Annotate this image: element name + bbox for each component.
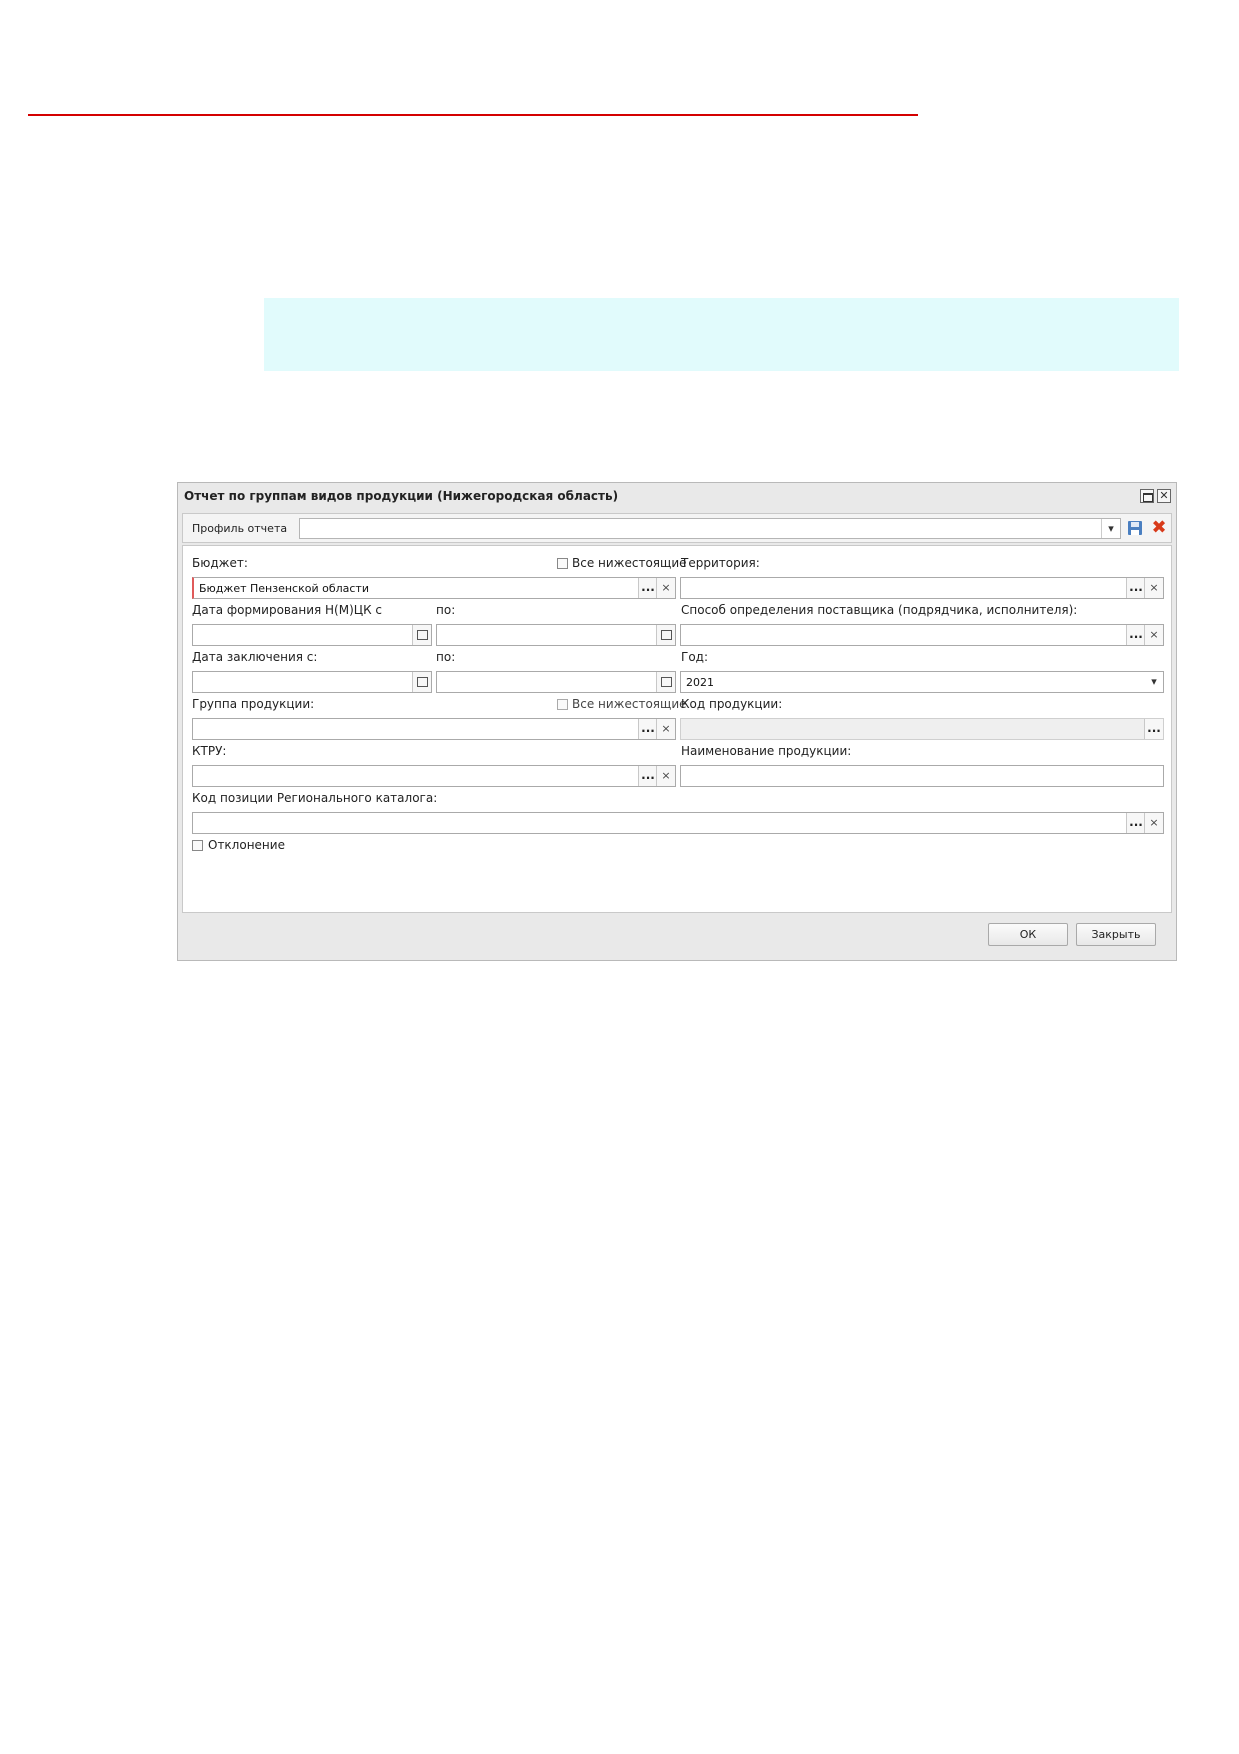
regional-catalog-field[interactable]: ... × [192, 812, 1164, 834]
budget-value: Бюджет Пензенской области [199, 582, 369, 595]
ktru-field[interactable]: ... × [192, 765, 676, 787]
ktru-label: КТРУ: [192, 744, 227, 758]
year-label: Год: [681, 650, 708, 664]
budget-select-button[interactable]: ... [638, 578, 657, 598]
save-icon[interactable] [1127, 520, 1143, 536]
calendar-icon[interactable] [412, 672, 431, 692]
form-panel: Бюджет: Все нижестоящие Территория: Бюдж… [182, 545, 1172, 913]
product-group-all-label: Все нижестоящие [572, 697, 687, 711]
dialog-titlebar: Отчет по группам видов продукции (Нижего… [178, 483, 1176, 511]
year-select[interactable]: 2021 ▾ [680, 671, 1164, 693]
budget-field[interactable]: Бюджет Пензенской области ... × [192, 577, 676, 599]
dialog-title: Отчет по группам видов продукции (Нижего… [184, 489, 619, 503]
profile-bar: Профиль отчета ▾ ✖ [182, 513, 1172, 543]
contract-date-label: Дата заключения с: [192, 650, 318, 664]
close-icon[interactable]: ✕ [1157, 489, 1171, 503]
maximize-icon[interactable] [1140, 489, 1154, 503]
year-value: 2021 [686, 676, 714, 689]
product-group-field[interactable]: ... × [192, 718, 676, 740]
calendar-icon[interactable] [656, 625, 675, 645]
supplier-method-select-button[interactable]: ... [1126, 625, 1145, 645]
contract-date-from-input[interactable] [192, 671, 432, 693]
budget-all-checkbox[interactable] [557, 558, 568, 569]
regional-catalog-clear-button[interactable]: × [1144, 813, 1163, 833]
budget-clear-button[interactable]: × [656, 578, 675, 598]
nmck-date-from-input[interactable] [192, 624, 432, 646]
nmck-date-to-input[interactable] [436, 624, 676, 646]
deviation-label: Отклонение [208, 838, 285, 852]
territory-field[interactable]: ... × [680, 577, 1164, 599]
product-name-label: Наименование продукции: [681, 744, 852, 758]
supplier-method-clear-button[interactable]: × [1144, 625, 1163, 645]
product-group-clear-button[interactable]: × [656, 719, 675, 739]
delete-icon[interactable]: ✖ [1150, 519, 1168, 537]
calendar-icon[interactable] [412, 625, 431, 645]
contract-date-to-input[interactable] [436, 671, 676, 693]
product-group-label: Группа продукции: [192, 697, 315, 711]
product-code-label: Код продукции: [681, 697, 783, 711]
ktru-select-button[interactable]: ... [638, 766, 657, 786]
budget-label: Бюджет: [192, 556, 248, 570]
territory-select-button[interactable]: ... [1126, 578, 1145, 598]
supplier-method-field[interactable]: ... × [680, 624, 1164, 646]
territory-label: Территория: [681, 556, 760, 570]
red-divider-line [28, 114, 918, 116]
ok-button[interactable]: ОК [988, 923, 1068, 946]
contract-to-label: по: [436, 650, 456, 664]
ktru-clear-button[interactable]: × [656, 766, 675, 786]
product-code-field[interactable]: ... [680, 718, 1164, 740]
report-dialog: Отчет по группам видов продукции (Нижего… [177, 482, 1177, 961]
product-code-select-button[interactable]: ... [1144, 719, 1163, 739]
nmck-to-label: по: [436, 603, 456, 617]
territory-clear-button[interactable]: × [1144, 578, 1163, 598]
profile-combobox[interactable]: ▾ [299, 518, 1121, 539]
budget-all-label: Все нижестоящие [572, 556, 687, 570]
product-name-input[interactable] [680, 765, 1164, 787]
calendar-icon[interactable] [656, 672, 675, 692]
supplier-method-label: Способ определения поставщика (подрядчик… [681, 603, 1078, 617]
chevron-down-icon[interactable]: ▾ [1145, 672, 1163, 692]
product-group-select-button[interactable]: ... [638, 719, 657, 739]
regional-catalog-select-button[interactable]: ... [1126, 813, 1145, 833]
chevron-down-icon[interactable]: ▾ [1101, 519, 1120, 538]
nmck-date-label: Дата формирования Н(М)ЦК с [192, 603, 383, 617]
close-button[interactable]: Закрыть [1076, 923, 1156, 946]
note-block [264, 298, 1179, 371]
product-group-all-checkbox[interactable] [557, 699, 568, 710]
regional-catalog-label: Код позиции Регионального каталога: [192, 791, 438, 805]
deviation-checkbox[interactable] [192, 840, 203, 851]
dialog-footer: ОК Закрыть [178, 915, 1176, 960]
profile-label: Профиль отчета [192, 522, 288, 535]
